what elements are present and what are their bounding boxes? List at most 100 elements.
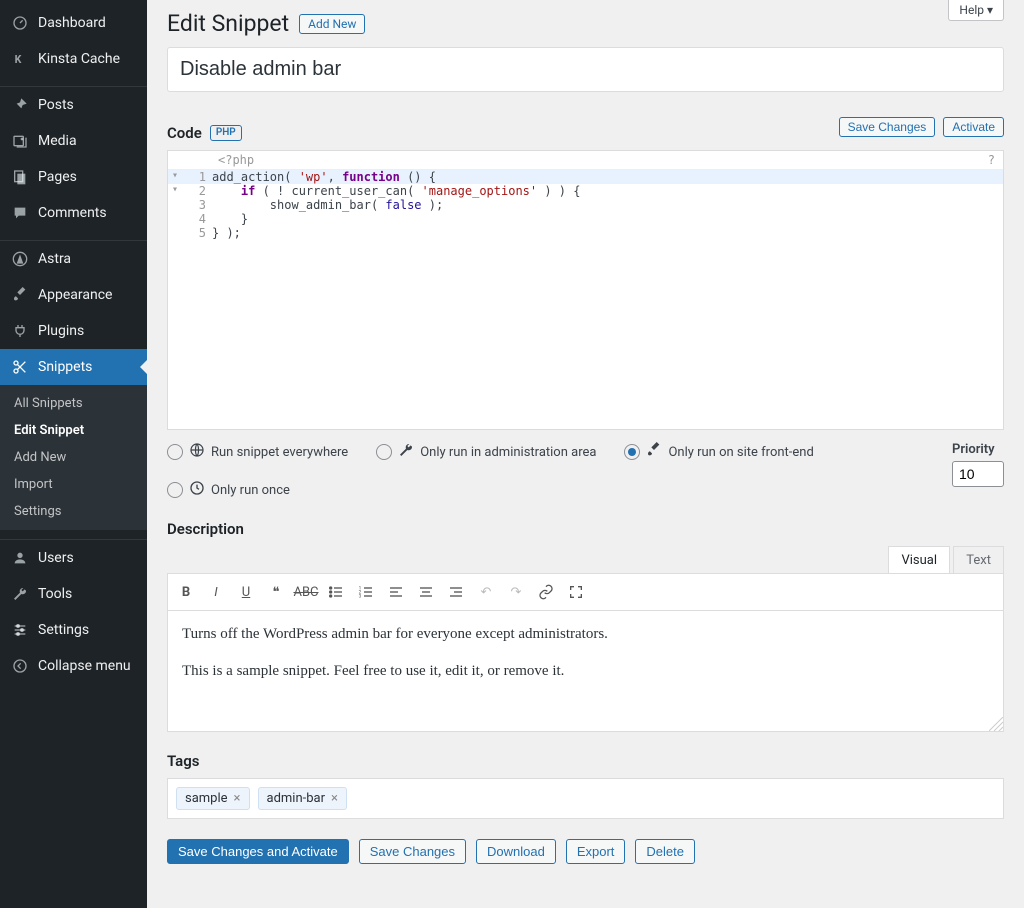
download-button[interactable]: Download — [476, 839, 556, 864]
sidebar-sub-import[interactable]: Import — [0, 471, 147, 498]
tags-box[interactable]: sample× admin-bar× — [167, 778, 1004, 819]
page-icon — [10, 167, 30, 187]
brush-icon — [10, 285, 30, 305]
sidebar-item-plugins[interactable]: Plugins — [0, 313, 147, 349]
tag-admin-bar[interactable]: admin-bar× — [258, 787, 347, 810]
quote-icon[interactable]: ❝ — [262, 578, 290, 606]
wrench-icon — [398, 442, 414, 462]
description-editor[interactable]: Turns off the WordPress admin bar for ev… — [168, 611, 1003, 731]
scope-label: Run snippet everywhere — [211, 445, 348, 460]
help-tab[interactable]: Help ▾ — [948, 0, 1004, 21]
sidebar-item-label: Tools — [38, 586, 72, 602]
sidebar-sub-edit-snippet[interactable]: Edit Snippet — [0, 417, 147, 444]
tags-label: Tags — [167, 752, 1004, 770]
tab-visual[interactable]: Visual — [888, 546, 950, 573]
user-icon — [10, 548, 30, 568]
sidebar-item-label: Plugins — [38, 323, 84, 339]
sidebar-item-label: Users — [38, 550, 74, 566]
sidebar-item-dashboard[interactable]: Dashboard — [0, 5, 147, 41]
k-icon: K — [10, 49, 30, 69]
sidebar-item-users[interactable]: Users — [0, 540, 147, 576]
undo-icon[interactable]: ↶ — [472, 578, 500, 606]
sidebar-item-settings[interactable]: Settings — [0, 612, 147, 648]
ol-icon[interactable]: 123 — [352, 578, 380, 606]
fullscreen-icon[interactable] — [562, 578, 590, 606]
sidebar-sub-all-snippets[interactable]: All Snippets — [0, 390, 147, 417]
remove-tag-icon[interactable]: × — [331, 791, 338, 806]
italic-icon[interactable]: I — [202, 578, 230, 606]
save-changes-top-button[interactable]: Save Changes — [839, 117, 936, 137]
sidebar-item-kinsta-cache[interactable]: KKinsta Cache — [0, 41, 147, 77]
admin-sidebar: DashboardKKinsta Cache Posts Media Pages Com… — [0, 0, 147, 908]
media-icon — [10, 131, 30, 151]
radio-icon — [167, 482, 183, 498]
plug-icon — [10, 321, 30, 341]
description-label: Description — [167, 520, 1004, 538]
sidebar-item-appearance[interactable]: Appearance — [0, 277, 147, 313]
settings-icon — [10, 620, 30, 640]
sidebar-item-pages[interactable]: Pages — [0, 159, 147, 195]
sidebar-item-label: Comments — [38, 205, 107, 221]
svg-text:K: K — [15, 53, 22, 66]
scope-only-run-once[interactable]: Only run once — [167, 480, 290, 500]
clock-icon — [189, 480, 205, 500]
collapse-icon — [10, 656, 30, 676]
save-activate-button[interactable]: Save Changes and Activate — [167, 839, 349, 864]
sidebar-sub-settings[interactable]: Settings — [0, 498, 147, 525]
sidebar-item-tools[interactable]: Tools — [0, 576, 147, 612]
code-section-label: Code PHP — [167, 124, 242, 142]
sidebar-item-label: Settings — [38, 622, 89, 638]
bold-icon[interactable]: B — [172, 578, 200, 606]
radio-icon — [624, 444, 640, 460]
export-button[interactable]: Export — [566, 839, 626, 864]
add-new-button[interactable]: Add New — [299, 14, 365, 34]
sidebar-item-label: Posts — [38, 97, 74, 113]
tag-sample[interactable]: sample× — [176, 787, 250, 810]
wrench-icon — [10, 584, 30, 604]
underline-icon[interactable]: U — [232, 578, 260, 606]
tab-text[interactable]: Text — [953, 546, 1004, 573]
scope-run-snippet-everywhere[interactable]: Run snippet everywhere — [167, 442, 348, 462]
scope-only-run-in-administration-area[interactable]: Only run in administration area — [376, 442, 596, 462]
sidebar-item-posts[interactable]: Posts — [0, 87, 147, 123]
sidebar-item-label: Astra — [38, 251, 71, 267]
align-right-icon[interactable] — [442, 578, 470, 606]
sidebar-item-label: Pages — [38, 169, 77, 185]
sidebar-item-astra[interactable]: Astra — [0, 241, 147, 277]
svg-text:3: 3 — [359, 593, 362, 599]
resize-handle-icon[interactable] — [989, 717, 1003, 731]
sidebar-item-snippets[interactable]: Snippets — [0, 349, 147, 385]
radio-icon — [167, 444, 183, 460]
align-left-icon[interactable] — [382, 578, 410, 606]
sidebar-item-collapse-menu[interactable]: Collapse menu — [0, 648, 147, 684]
activate-top-button[interactable]: Activate — [943, 117, 1004, 137]
align-center-icon[interactable] — [412, 578, 440, 606]
delete-button[interactable]: Delete — [635, 839, 695, 864]
code-editor[interactable]: <?php? ▾1add_action( 'wp', function () {… — [167, 150, 1004, 430]
redo-icon[interactable]: ↷ — [502, 578, 530, 606]
scope-label: Only run on site front-end — [668, 445, 813, 460]
radio-icon — [376, 444, 392, 460]
code-lang-badge: PHP — [210, 125, 242, 141]
pin-icon — [10, 95, 30, 115]
sidebar-item-label: Appearance — [38, 287, 112, 303]
save-changes-button[interactable]: Save Changes — [359, 839, 466, 864]
link-icon[interactable] — [532, 578, 560, 606]
brush-icon — [646, 442, 662, 462]
remove-tag-icon[interactable]: × — [234, 791, 241, 806]
scissors-icon — [10, 357, 30, 377]
code-help-icon[interactable]: ? — [988, 153, 995, 167]
snippet-title-input[interactable] — [167, 47, 1004, 92]
astra-icon — [10, 249, 30, 269]
scope-only-run-on-site-front-end[interactable]: Only run on site front-end — [624, 442, 813, 462]
comment-icon — [10, 203, 30, 223]
strike-icon[interactable]: ABC — [292, 578, 320, 606]
dashboard-icon — [10, 13, 30, 33]
editor-toolbar: B I U ❝ ABC 123 ↶ ↷ — [168, 574, 1003, 611]
priority-label: Priority — [952, 442, 1004, 457]
sidebar-item-comments[interactable]: Comments — [0, 195, 147, 231]
ul-icon[interactable] — [322, 578, 350, 606]
priority-input[interactable] — [952, 461, 1004, 487]
sidebar-item-media[interactable]: Media — [0, 123, 147, 159]
sidebar-sub-add-new[interactable]: Add New — [0, 444, 147, 471]
